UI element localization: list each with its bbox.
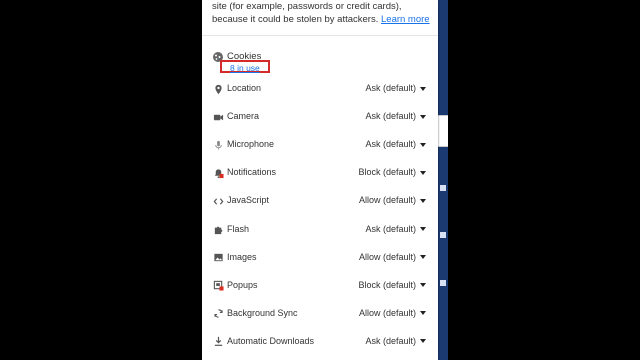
site-info-popup: site (for example, passwords or credit c… bbox=[202, 0, 438, 360]
permission-select[interactable]: Ask (default) bbox=[365, 336, 426, 346]
highlight-box: 8 in use bbox=[220, 60, 270, 73]
permission-row-background-sync: Background Sync Allow (default) bbox=[202, 304, 438, 326]
sync-icon bbox=[212, 308, 224, 320]
dropdown-arrow-icon[interactable] bbox=[420, 311, 426, 316]
dropdown-arrow-icon[interactable] bbox=[420, 283, 426, 288]
dropdown-arrow-icon[interactable] bbox=[420, 198, 426, 203]
security-notice-text: site (for example, passwords or credit c… bbox=[212, 1, 402, 25]
camera-icon bbox=[212, 111, 224, 123]
dropdown-arrow-icon[interactable] bbox=[420, 170, 426, 175]
permission-select[interactable]: Allow (default) bbox=[359, 195, 426, 205]
background-page-strip bbox=[438, 0, 448, 360]
cookies-row: Cookies 8 in use bbox=[202, 47, 438, 77]
permission-value: Ask (default) bbox=[365, 223, 416, 234]
cookies-in-use-link[interactable]: 8 in use bbox=[230, 63, 260, 73]
permission-row-microphone: Microphone Ask (default) bbox=[202, 135, 438, 157]
image-icon bbox=[212, 252, 224, 264]
permission-label: Camera bbox=[227, 111, 260, 122]
permission-label: Background Sync bbox=[227, 307, 298, 318]
security-notice: site (for example, passwords or credit c… bbox=[212, 1, 434, 26]
permission-select[interactable]: Ask (default) bbox=[365, 224, 426, 234]
permission-value: Allow (default) bbox=[358, 251, 416, 262]
location-pin-icon bbox=[212, 83, 224, 95]
permission-row-flash: Flash Ask (default) bbox=[202, 220, 438, 242]
permission-select[interactable]: Ask (default) bbox=[365, 139, 426, 149]
permission-select[interactable]: Ask (default) bbox=[365, 111, 426, 121]
microphone-icon bbox=[212, 139, 224, 151]
permission-select[interactable]: Allow (default) bbox=[359, 252, 426, 262]
permission-row-images: Images Allow (default) bbox=[202, 248, 438, 270]
permission-value: Ask (default) bbox=[365, 139, 416, 150]
permission-label: Flash bbox=[227, 223, 250, 234]
popup-icon bbox=[212, 280, 224, 292]
dropdown-arrow-icon[interactable] bbox=[420, 142, 426, 147]
permission-value: Ask (default) bbox=[365, 83, 416, 93]
dropdown-arrow-icon[interactable] bbox=[420, 255, 426, 260]
puzzle-icon bbox=[212, 224, 224, 236]
permission-select[interactable]: Block (default) bbox=[358, 280, 426, 290]
notifications-icon bbox=[212, 167, 224, 179]
dropdown-arrow-icon[interactable] bbox=[420, 114, 426, 119]
learn-more-link[interactable]: Learn more bbox=[381, 14, 430, 25]
permission-label: Microphone bbox=[227, 139, 275, 150]
background-mark bbox=[440, 185, 446, 191]
background-tab bbox=[438, 115, 448, 147]
permission-label: Automatic Downloads bbox=[227, 335, 315, 346]
permission-label: Location bbox=[227, 83, 262, 93]
permission-row-camera: Camera Ask (default) bbox=[202, 107, 438, 129]
permission-label: Images bbox=[227, 251, 257, 262]
permission-select[interactable]: Block (default) bbox=[358, 167, 426, 177]
background-mark bbox=[440, 280, 446, 286]
permission-select[interactable]: Allow (default) bbox=[359, 308, 426, 318]
permission-value: Allow (default) bbox=[358, 195, 416, 206]
permission-row-notifications: Notifications Block (default) bbox=[202, 163, 438, 185]
permission-value: Ask (default) bbox=[365, 335, 416, 346]
permission-row-popups: Popups Block (default) bbox=[202, 276, 438, 298]
download-icon bbox=[212, 336, 224, 348]
permission-value: Block (default) bbox=[358, 279, 416, 290]
permission-row-javascript: JavaScript Allow (default) bbox=[202, 191, 438, 213]
permission-label: JavaScript bbox=[227, 195, 270, 206]
permission-select[interactable]: Ask (default) bbox=[365, 83, 426, 93]
permission-row-automatic-downloads: Automatic Downloads Ask (default) bbox=[202, 332, 438, 354]
permission-value: Ask (default) bbox=[365, 111, 416, 122]
permission-value: Allow (default) bbox=[358, 307, 416, 318]
permission-row-location: Location Ask (default) bbox=[202, 79, 438, 101]
permission-label: Notifications bbox=[227, 167, 277, 178]
permission-value: Block (default) bbox=[358, 167, 416, 178]
dropdown-arrow-icon[interactable] bbox=[420, 86, 426, 91]
divider bbox=[202, 35, 438, 36]
background-mark bbox=[440, 232, 446, 238]
dropdown-arrow-icon[interactable] bbox=[420, 339, 426, 344]
dropdown-arrow-icon[interactable] bbox=[420, 227, 426, 231]
code-icon bbox=[212, 195, 224, 207]
permission-label: Popups bbox=[227, 279, 258, 290]
